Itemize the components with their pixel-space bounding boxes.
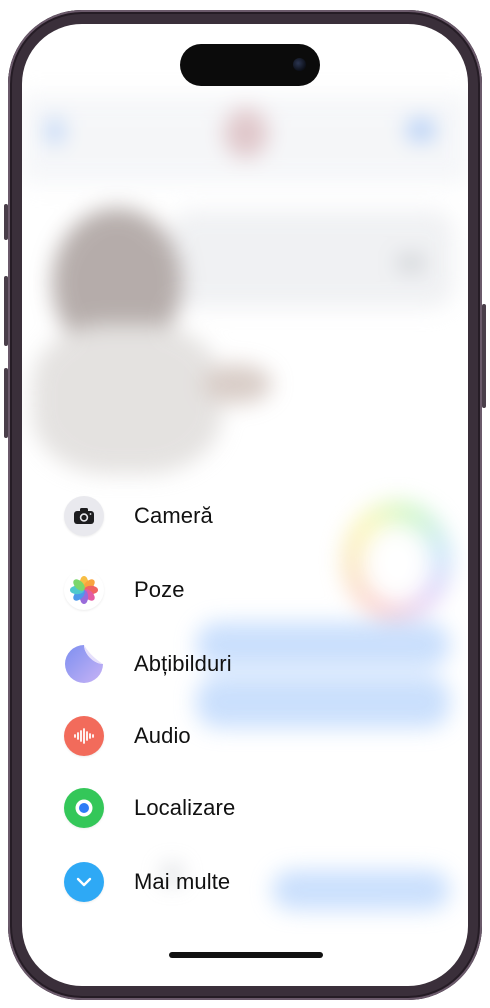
- menu-item-label: Localizare: [134, 795, 236, 820]
- location-icon: [64, 788, 104, 828]
- chevron-down-icon: [64, 862, 104, 902]
- menu-item-label: Abțibilduri: [134, 651, 232, 676]
- photos-icon: [64, 570, 104, 610]
- stickers-icon: [64, 644, 104, 684]
- screen: Cameră Poze Abțibilduri Audio Localizare…: [22, 24, 468, 986]
- menu-item-label: Cameră: [134, 503, 213, 528]
- volume-down-button: [4, 368, 8, 438]
- front-camera-icon: [293, 58, 306, 71]
- mute-switch: [4, 204, 8, 240]
- menu-item-label: Mai multe: [134, 869, 231, 894]
- home-indicator[interactable]: [169, 952, 323, 958]
- volume-up-button: [4, 276, 8, 346]
- power-button: [482, 304, 486, 408]
- camera-icon: [64, 496, 104, 536]
- menu-item-more[interactable]: Mai multe: [64, 858, 424, 906]
- menu-item-camera[interactable]: Cameră: [64, 492, 424, 540]
- menu-item-photos[interactable]: Poze: [64, 566, 424, 614]
- dynamic-island: [180, 44, 320, 86]
- menu-item-label: Audio: [134, 723, 191, 748]
- menu-item-label: Poze: [134, 577, 185, 602]
- menu-item-location[interactable]: Localizare: [64, 784, 424, 832]
- menu-item-audio[interactable]: Audio: [64, 712, 424, 760]
- audio-waveform-icon: [64, 716, 104, 756]
- menu-item-stickers[interactable]: Abțibilduri: [64, 640, 424, 688]
